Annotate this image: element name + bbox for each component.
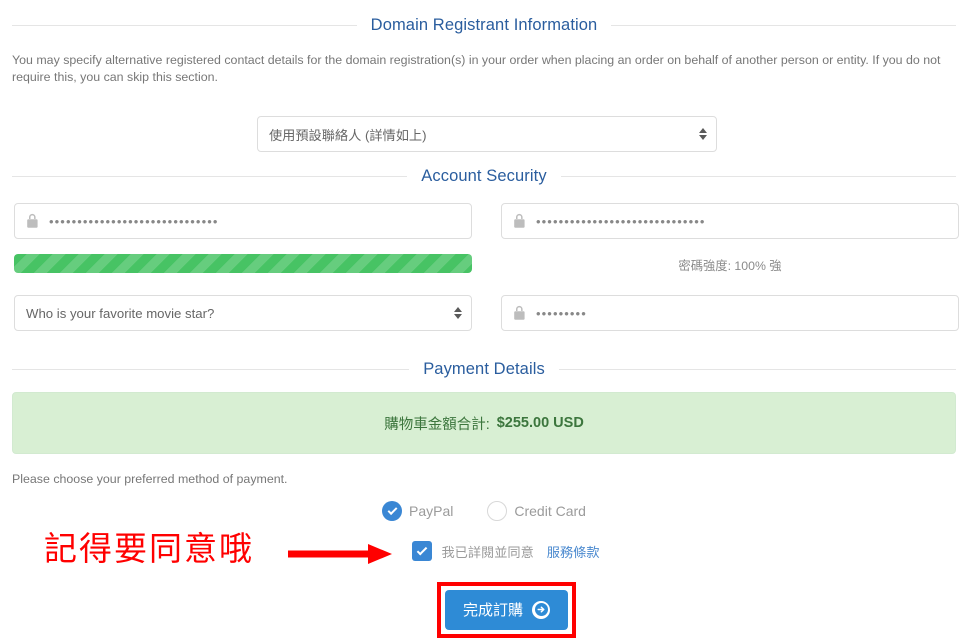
submit-highlight-box: 完成訂購 [437, 582, 577, 638]
confirm-password-value: •••••••••••••••••••••••••••••• [536, 214, 706, 228]
divider-right [558, 369, 957, 370]
security-question-select[interactable]: Who is your favorite movie star? [14, 295, 472, 331]
registrant-contact-select[interactable]: 使用預設聯絡人 (詳情如上) [257, 116, 717, 152]
section-header-payment: Payment Details [12, 360, 957, 379]
lock-icon [502, 213, 536, 229]
terms-of-service-link[interactable]: 服務條款 [547, 542, 600, 561]
payment-option-credit-card[interactable]: Credit Card [487, 501, 586, 521]
complete-order-label: 完成訂購 [463, 602, 524, 619]
cart-total-amount: $255.00 USD [496, 415, 584, 431]
lock-icon [15, 213, 49, 229]
security-answer-field[interactable]: ••••••••• [501, 295, 959, 331]
password-field[interactable]: •••••••••••••••••••••••••••••• [14, 203, 472, 239]
security-answer-value: ••••••••• [536, 306, 587, 320]
arrow-right-circle-icon [532, 600, 551, 619]
radio-unchecked-icon[interactable] [487, 501, 508, 521]
radio-checked-icon[interactable] [382, 501, 403, 521]
divider-right [560, 176, 956, 177]
divider-right [611, 25, 957, 26]
payment-option-paypal[interactable]: PayPal [382, 501, 453, 521]
spinner-arrows-icon [454, 307, 462, 319]
section-header-domain: Domain Registrant Information [12, 16, 957, 35]
payment-option-paypal-label: PayPal [409, 503, 454, 519]
arrow-right-icon [288, 544, 392, 564]
payment-method-group: PayPal Credit Card [0, 501, 968, 521]
complete-order-button[interactable]: 完成訂購 [445, 590, 569, 630]
cart-total-box: 購物車金額合計: $255.00 USD [12, 392, 956, 454]
domain-description: You may specify alternative registered c… [12, 53, 941, 84]
registrant-contact-value: 使用預設聯絡人 (詳情如上) [269, 127, 427, 143]
password-strength-bar [14, 254, 472, 273]
section-title-payment: Payment Details [423, 360, 545, 378]
cart-total-label: 購物車金額合計: [384, 416, 490, 433]
payment-option-credit-card-label: Credit Card [514, 503, 586, 519]
payment-method-prompt: Please choose your preferred method of p… [12, 472, 288, 486]
password-strength-label: 密碼強度: 100% 強 [678, 259, 782, 273]
annotation-note-text: 記得要同意哦 [44, 530, 254, 567]
checkbox-checked-icon[interactable] [412, 541, 433, 561]
section-title-domain: Domain Registrant Information [370, 16, 598, 34]
checkout-page: Domain Registrant Information You may sp… [0, 16, 968, 644]
confirm-password-field[interactable]: •••••••••••••••••••••••••••••• [501, 203, 959, 239]
section-title-account-security: Account Security [421, 167, 547, 185]
divider-left [12, 25, 357, 26]
terms-label: 我已詳閱並同意 [441, 544, 534, 560]
security-question-value: Who is your favorite movie star? [26, 305, 215, 321]
divider-left [12, 176, 408, 177]
spinner-arrows-icon [699, 128, 707, 140]
password-value: •••••••••••••••••••••••••••••• [49, 214, 219, 228]
lock-icon [502, 305, 536, 321]
section-header-account-security: Account Security [12, 167, 956, 186]
divider-left [12, 369, 410, 370]
